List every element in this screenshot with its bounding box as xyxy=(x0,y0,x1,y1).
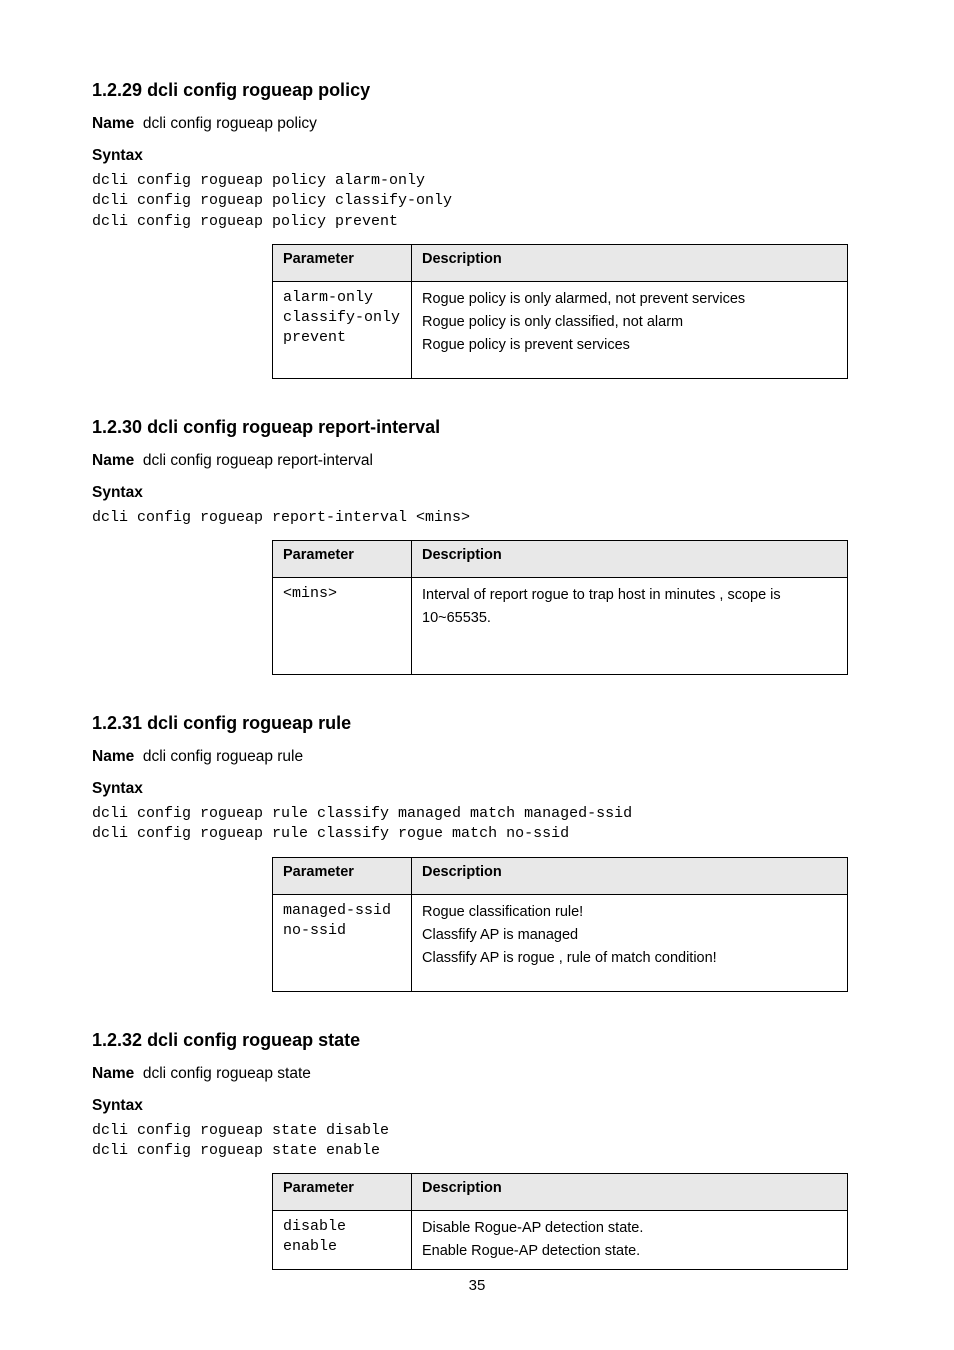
table-header-row: Parameter Description xyxy=(273,857,848,894)
col-header-parameter: Parameter xyxy=(273,541,412,578)
syntax-label: Syntax xyxy=(92,1097,862,1115)
section-title: 1.2.29 dcli config rogueap policy xyxy=(92,80,862,101)
name-value: dcli config rogueap state xyxy=(143,1065,311,1082)
syntax-label: Syntax xyxy=(92,147,862,165)
name-value: dcli config rogueap rule xyxy=(143,748,303,765)
desc-text: Rogue policy is only alarmed, not preven… xyxy=(422,288,837,358)
col-header-description: Description xyxy=(412,541,848,578)
syntax-code: dcli config rogueap state disable dcli c… xyxy=(92,1121,862,1162)
section-heading: dcli config rogueap policy xyxy=(147,80,370,100)
param-text: <mins> xyxy=(283,584,401,604)
parameter-table: Parameter Description disable enable Dis… xyxy=(272,1173,848,1270)
section-2: 1.2.30 dcli config rogueap report-interv… xyxy=(92,417,862,675)
section-number: 1.2.32 xyxy=(92,1030,142,1050)
table-row: alarm-only classify-only prevent Rogue p… xyxy=(273,281,848,378)
desc-text: Disable Rogue-AP detection state. Enable… xyxy=(422,1217,837,1263)
table-header-row: Parameter Description xyxy=(273,541,848,578)
name-label: Name xyxy=(92,748,134,765)
param-text: alarm-only classify-only prevent xyxy=(283,288,401,349)
table-header-row: Parameter Description xyxy=(273,1174,848,1211)
table-row: disable enable Disable Rogue-AP detectio… xyxy=(273,1211,848,1270)
table-row: <mins> Interval of report rogue to trap … xyxy=(273,578,848,675)
name-value: dcli config rogueap policy xyxy=(143,115,317,132)
parameter-table: Parameter Description <mins> Interval of… xyxy=(272,540,848,675)
field-name: Name dcli config rogueap report-interval xyxy=(92,452,862,470)
section-number: 1.2.31 xyxy=(92,713,142,733)
section-title: 1.2.31 dcli config rogueap rule xyxy=(92,713,862,734)
syntax-code: dcli config rogueap report-interval <min… xyxy=(92,508,862,528)
section-title: 1.2.32 dcli config rogueap state xyxy=(92,1030,862,1051)
section-heading: dcli config rogueap rule xyxy=(147,713,351,733)
col-header-parameter: Parameter xyxy=(273,244,412,281)
section-number: 1.2.30 xyxy=(92,417,142,437)
col-header-description: Description xyxy=(412,244,848,281)
desc-text: Interval of report rogue to trap host in… xyxy=(422,584,837,630)
syntax-label: Syntax xyxy=(92,484,862,502)
page-number: 35 xyxy=(0,1277,954,1294)
section-1: 1.2.29 dcli config rogueap policy Name d… xyxy=(92,80,862,379)
cell-description: Interval of report rogue to trap host in… xyxy=(412,578,848,675)
field-name: Name dcli config rogueap state xyxy=(92,1065,862,1083)
page-container: 1.2.29 dcli config rogueap policy Name d… xyxy=(0,0,954,1350)
cell-description: Disable Rogue-AP detection state. Enable… xyxy=(412,1211,848,1270)
syntax-code: dcli config rogueap rule classify manage… xyxy=(92,804,862,845)
field-name: Name dcli config rogueap rule xyxy=(92,748,862,766)
cell-parameter: <mins> xyxy=(273,578,412,675)
cell-parameter: managed-ssid no-ssid xyxy=(273,894,412,991)
field-syntax: Syntax dcli config rogueap state disable… xyxy=(92,1097,862,1162)
section-4: 1.2.32 dcli config rogueap state Name dc… xyxy=(92,1030,862,1271)
section-heading: dcli config rogueap report-interval xyxy=(147,417,440,437)
col-header-parameter: Parameter xyxy=(273,857,412,894)
table-header-row: Parameter Description xyxy=(273,244,848,281)
cell-description: Rogue classification rule! Classfify AP … xyxy=(412,894,848,991)
section-3: 1.2.31 dcli config rogueap rule Name dcl… xyxy=(92,713,862,992)
name-label: Name xyxy=(92,1065,134,1082)
name-label: Name xyxy=(92,452,134,469)
field-syntax: Syntax dcli config rogueap report-interv… xyxy=(92,484,862,528)
parameter-table: Parameter Description managed-ssid no-ss… xyxy=(272,857,848,992)
col-header-description: Description xyxy=(412,1174,848,1211)
parameter-table: Parameter Description alarm-only classif… xyxy=(272,244,848,379)
syntax-code: dcli config rogueap policy alarm-only dc… xyxy=(92,171,862,232)
field-syntax: Syntax dcli config rogueap rule classify… xyxy=(92,780,862,845)
col-header-description: Description xyxy=(412,857,848,894)
cell-parameter: disable enable xyxy=(273,1211,412,1270)
field-syntax: Syntax dcli config rogueap policy alarm-… xyxy=(92,147,862,232)
name-value: dcli config rogueap report-interval xyxy=(143,452,373,469)
section-heading: dcli config rogueap state xyxy=(147,1030,360,1050)
field-name: Name dcli config rogueap policy xyxy=(92,115,862,133)
col-header-parameter: Parameter xyxy=(273,1174,412,1211)
cell-description: Rogue policy is only alarmed, not preven… xyxy=(412,281,848,378)
section-number: 1.2.29 xyxy=(92,80,142,100)
cell-parameter: alarm-only classify-only prevent xyxy=(273,281,412,378)
desc-text: Rogue classification rule! Classfify AP … xyxy=(422,901,837,971)
syntax-label: Syntax xyxy=(92,780,862,798)
param-text: disable enable xyxy=(283,1217,401,1258)
name-label: Name xyxy=(92,115,134,132)
table-row: managed-ssid no-ssid Rogue classificatio… xyxy=(273,894,848,991)
section-title: 1.2.30 dcli config rogueap report-interv… xyxy=(92,417,862,438)
param-text: managed-ssid no-ssid xyxy=(283,901,401,942)
